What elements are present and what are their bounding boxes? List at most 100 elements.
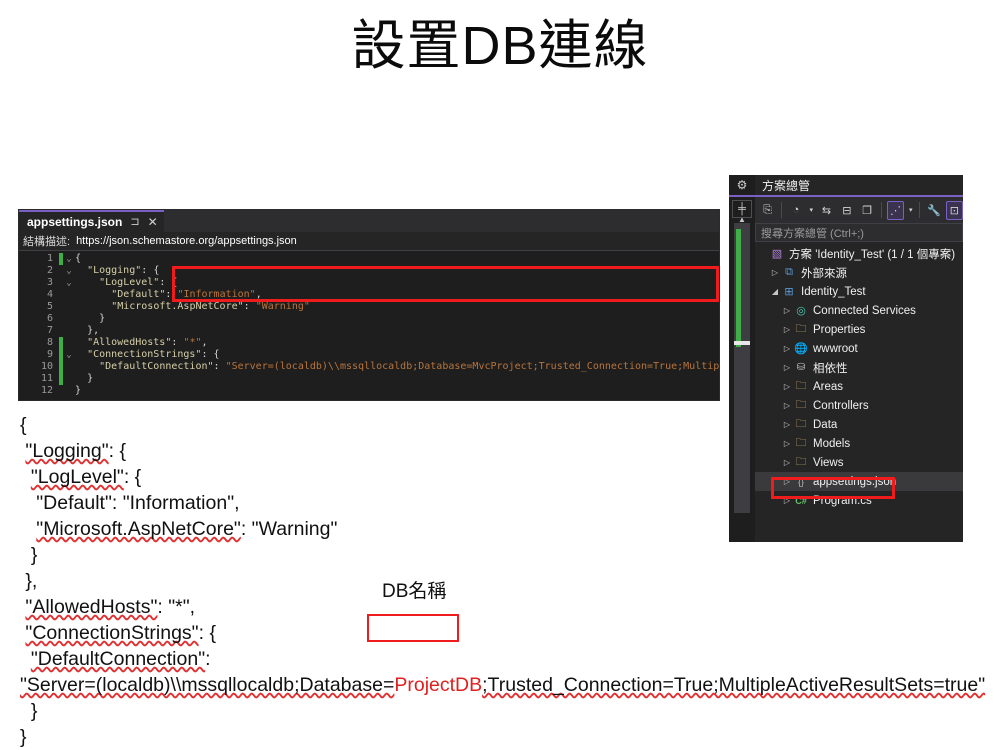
page-title: 設置DB連線 (351, 16, 649, 76)
tree-item-[interactable]: ▷ ⧉ 外部來源 (755, 263, 963, 282)
view-switch-icon[interactable]: ⋰ (886, 200, 905, 220)
line-number: 3 (46, 277, 53, 288)
code-line: 1 ⌄{ (19, 253, 719, 265)
code-line: 5 "Microsoft.AspNetCore": "Warning" (19, 301, 719, 313)
transcript-line-11: "Server=(localdb)\\mssqllocaldb;Database… (20, 674, 985, 696)
toolbar-separator (919, 202, 921, 218)
line-number: 1 (46, 253, 53, 264)
code-line-text: } (99, 313, 106, 324)
tree-item-[interactable]: ▷ ⛁ 相依性 (755, 358, 963, 377)
aspnetcore-key: "Microsoft.AspNetCore" (36, 518, 241, 540)
editor-tab-strip: appsettings.json ⊐ ✕ (19, 210, 719, 232)
chevron-right-icon[interactable]: ▷ (769, 268, 781, 277)
chevron-right-icon[interactable]: ▷ (781, 401, 793, 410)
change-marker (59, 361, 63, 373)
chevron-right-icon[interactable]: ▷ (781, 344, 793, 353)
tree-item-label: Identity_Test (801, 285, 866, 298)
schema-url[interactable]: https://json.schemastore.org/appsettings… (76, 235, 297, 247)
tree-item-identity_test-1-1[interactable]: ▧ 方案 'Identity_Test' (1 / 1 個專案) (755, 244, 963, 263)
scrollbar-thumb[interactable] (734, 341, 750, 345)
transcript-line-12: } (20, 700, 38, 722)
line-number: 10 (40, 361, 53, 372)
schema-label: 結構描述: (23, 236, 71, 248)
db-name-token: ProjectDB (394, 674, 483, 696)
properties-folder-icon: 🗀 (795, 323, 807, 335)
tree-item-wwwroot[interactable]: ▷ 🌐 wwwroot (755, 339, 963, 358)
scroll-up-arrow-icon[interactable]: ▲ (738, 215, 746, 224)
code-line: 8 "AllowedHosts": "*", (19, 337, 719, 349)
pin-icon[interactable]: ⊐ (130, 216, 139, 228)
fold-toggle-icon[interactable]: ⌄ (63, 277, 75, 289)
chevron-right-icon[interactable]: ▷ (781, 382, 793, 391)
allowedhosts-key: "AllowedHosts" (25, 596, 158, 618)
code-line: 4 "Default": "Information", (19, 289, 719, 301)
tree-item-label: 相依性 (813, 362, 848, 375)
transcript-line-10: "DefaultConnection": (30, 648, 211, 670)
code-line-text: "Default": "Information", (111, 289, 262, 300)
code-line-text: "DefaultConnection": "Server=(localdb)\\… (99, 361, 720, 372)
tree-item-connected-services[interactable]: ▷ ◎ Connected Services (755, 301, 963, 320)
toolbar-separator (781, 202, 783, 218)
sync-icon[interactable]: ⇆ (818, 201, 835, 220)
chevron-down-icon[interactable]: ▾ (808, 206, 815, 214)
scrollbar-change-marker (736, 229, 741, 347)
code-line: 12} (19, 385, 719, 397)
change-marker (59, 301, 63, 313)
code-line-text: "Logging": { (87, 265, 160, 276)
change-marker (59, 313, 63, 325)
folder-icon: 🗀 (795, 399, 807, 411)
fold-toggle-icon[interactable]: ⌄ (63, 349, 75, 361)
code-line: 3 ⌄ "LogLevel": { (19, 277, 719, 289)
logging-key: "Logging" (25, 440, 109, 462)
connectionstrings-key: "ConnectionStrings" (25, 622, 199, 644)
tab-appsettings-json[interactable]: appsettings.json ⊐ ✕ (19, 210, 164, 232)
pending-changes-icon[interactable]: ◔ (787, 201, 804, 220)
transcript-line-8: "AllowedHosts": "*", (25, 596, 196, 618)
chevron-right-icon[interactable]: ▷ (781, 363, 793, 372)
transcript-line-13: } (20, 726, 27, 748)
chevron-right-icon[interactable]: ▷ (781, 325, 793, 334)
code-line-text: "LogLevel": { (99, 277, 178, 288)
folder-icon: 🗀 (795, 380, 807, 392)
code-line: 10 "DefaultConnection": "Server=(localdb… (19, 361, 719, 373)
show-all-files-icon[interactable]: ❐ (859, 201, 876, 220)
home-icon[interactable]: ⎘ (759, 201, 776, 220)
preview-icon[interactable]: ⊡ (945, 200, 963, 220)
chevron-right-icon[interactable]: ▷ (781, 306, 793, 315)
solution-icon: ▧ (771, 248, 783, 260)
change-marker (59, 337, 63, 349)
project-icon: ⊞ (784, 286, 794, 298)
transcript-line-4: "Default": "Information", (20, 492, 240, 514)
schema-description-bar: 結構描述: https://json.schemastore.org/appse… (19, 232, 719, 251)
dependencies-icon: ⛁ (796, 362, 806, 373)
tree-item-label: 方案 'Identity_Test' (1 / 1 個專案) (789, 248, 956, 261)
close-icon[interactable]: ✕ (148, 216, 158, 228)
collapse-all-icon[interactable]: ⊟ (838, 201, 855, 220)
change-marker (59, 385, 63, 397)
tree-item-areas[interactable]: ▷ 🗀 Areas (755, 377, 963, 396)
chevron-down-icon[interactable]: ▾ (907, 206, 914, 214)
toolbar-separator (880, 202, 882, 218)
json-transcript: { "Logging": { "LogLevel": { "Default": … (20, 412, 985, 750)
tree-item-label: Properties (813, 323, 866, 336)
gear-icon[interactable]: ⚙ (729, 175, 755, 195)
chevron-down-icon[interactable]: ◢ (769, 287, 781, 296)
tree-item-identity_test[interactable]: ◢ ⊞ Identity_Test (755, 282, 963, 301)
code-line: 9 ⌄ "ConnectionStrings": { (19, 349, 719, 361)
fold-toggle-icon[interactable]: ⌄ (63, 265, 75, 277)
tree-item-properties[interactable]: ▷ 🗀 Properties (755, 320, 963, 339)
fold-toggle-icon[interactable]: ⌄ (63, 253, 75, 265)
code-editor-window: appsettings.json ⊐ ✕ 結構描述: https://json.… (18, 209, 720, 401)
conn-suffix: ;Trusted_Connection=True;MultipleActiveR… (482, 674, 986, 696)
loglevel-key: "LogLevel" (30, 466, 124, 488)
line-number: 12 (40, 385, 53, 396)
code-line: 11 } (19, 373, 719, 385)
db-name-caption: DB名稱 (382, 581, 447, 602)
code-text-area[interactable]: 1 ⌄{2 ⌄ "Logging": {3 ⌄ "LogLevel": {4 "Def… (19, 251, 719, 399)
change-marker (59, 289, 63, 301)
defaultconnection-key: "DefaultConnection" (30, 648, 206, 670)
properties-icon[interactable]: 🔧 (925, 201, 942, 220)
line-number: 8 (46, 337, 53, 348)
search-solution-explorer-input[interactable]: 搜尋方案總管 (Ctrl+;) (755, 223, 963, 242)
line-number: 7 (46, 325, 53, 336)
